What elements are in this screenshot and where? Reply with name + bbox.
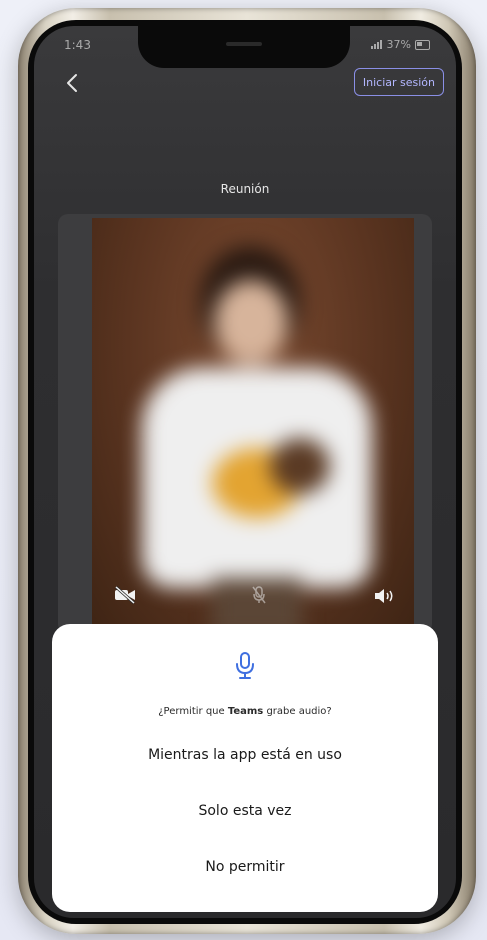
microphone-icon (236, 652, 254, 679)
speaker-grille (226, 42, 262, 46)
app-name: Teams (227, 706, 264, 717)
question-suffix: grabe audio? (263, 706, 332, 717)
mic-off-icon[interactable] (252, 586, 266, 604)
blurred-person-image (92, 218, 414, 634)
permission-dialog: ¿Permitir que Teams grabe audio? Mientra… (52, 624, 438, 912)
allow-while-using-button[interactable]: Mientras la app está en uso (72, 746, 418, 764)
notch (138, 26, 350, 68)
signal-icon (370, 40, 383, 49)
permission-question: ¿Permitir que Teams grabe audio? (52, 706, 438, 717)
status-time: 1:43 (64, 38, 91, 52)
status-indicators: 37% (370, 38, 430, 51)
video-panel (58, 214, 432, 634)
chevron-left-icon[interactable] (62, 72, 84, 94)
battery-percentage: 37% (386, 38, 411, 51)
question-prefix: ¿Permitir que (158, 706, 228, 717)
phone-screen: 1:43 37% Iniciar sesión Reunión ¿Permiti… (34, 26, 456, 918)
allow-once-button[interactable]: Solo esta vez (72, 802, 418, 820)
camera-off-icon[interactable] (114, 586, 136, 604)
meeting-title: Reunión (220, 182, 270, 196)
deny-button[interactable]: No permitir (72, 858, 418, 876)
speaker-icon[interactable] (374, 588, 396, 604)
signin-button[interactable]: Iniciar sesión (353, 68, 444, 96)
camera-preview (92, 218, 414, 634)
battery-icon (415, 39, 430, 50)
